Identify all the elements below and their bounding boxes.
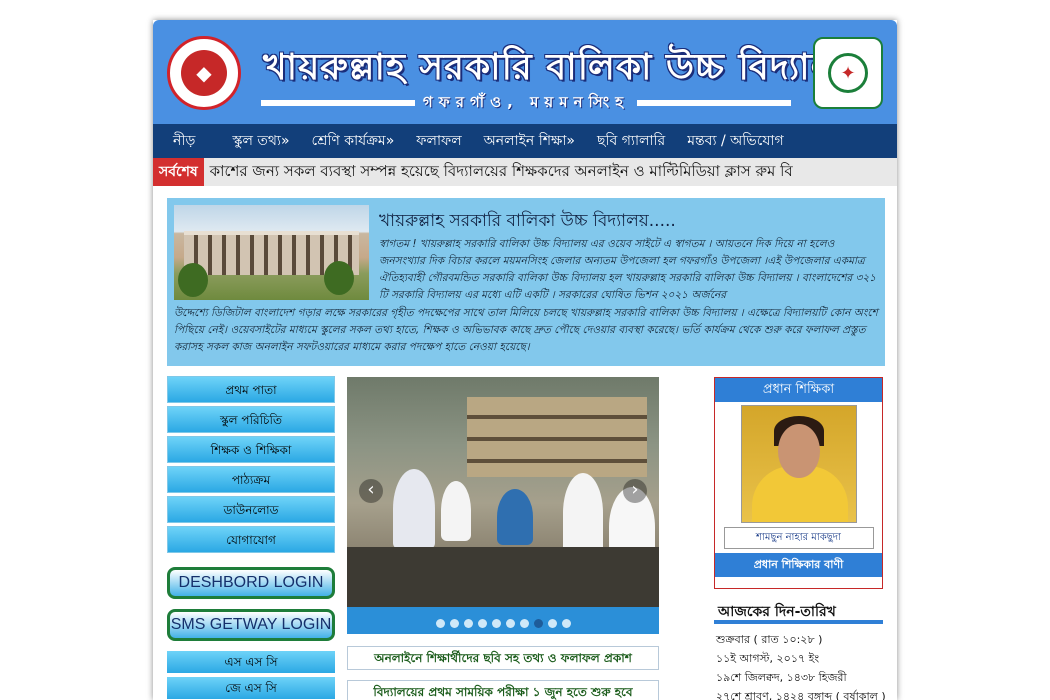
- person-shape: [497, 489, 533, 545]
- divider: [637, 100, 792, 106]
- date-line-hijri: ১৯শে জিলক্বদ, ১৪৩৮ হিজরী: [716, 671, 847, 684]
- head-teacher-title: প্রধান শিক্ষিকা: [715, 378, 882, 402]
- left-menu: প্রথম পাতা স্কুল পরিচিতি শিক্ষক ও শিক্ষি…: [167, 376, 335, 699]
- welcome-title: খায়রুল্লাহ সরকারি বালিকা উচ্চ বিদ্যালয়…: [379, 211, 676, 231]
- lab-table-shape: [347, 547, 659, 607]
- book-icon: ✦: [828, 53, 868, 93]
- divider: [261, 100, 415, 106]
- lab-class-photo: [347, 377, 659, 607]
- sms-gateway-login-button[interactable]: SMS GETWAY LOGIN: [167, 609, 335, 641]
- date-widget: আজকের দিন-তারিখ শুক্রবার ( রাত ১০:২৮ ) ১…: [714, 600, 886, 700]
- menu-item-home[interactable]: প্রথম পাতা: [167, 376, 335, 403]
- news-ticker: সর্বশেষ কাশের জন্য সকল ব্যবস্থা সম্পন্ন …: [153, 158, 897, 186]
- news-item[interactable]: বিদ্যালয়ের প্রথম সাময়িক পরীক্ষা ১ জুন …: [347, 680, 659, 700]
- news-item[interactable]: অনলাইনে শিক্ষার্থীদের ছবি সহ তথ্য ও ফলাফ…: [347, 646, 659, 670]
- nav-item-feedback[interactable]: মন্তব্য / অভিযোগ: [676, 124, 794, 158]
- ticker-text[interactable]: কাশের জন্য সকল ব্যবস্থা সম্পন্ন হয়েছে ব…: [204, 160, 793, 185]
- menu-item-school-intro[interactable]: স্কুল পরিচিতি: [167, 406, 335, 433]
- slider-dot[interactable]: [477, 619, 487, 628]
- bangladesh-map-icon: ◆: [181, 50, 227, 96]
- head-teacher-photo: [740, 405, 857, 523]
- nav-item-photo-gallery[interactable]: ছবি গ্যালারি: [586, 124, 676, 158]
- person-shape: [393, 469, 435, 549]
- slider-prev-icon[interactable]: ‹: [359, 479, 383, 503]
- welcome-text: স্বাগতম ! খায়রুল্লাহ সরকারি বালিকা উচ্চ…: [379, 238, 876, 301]
- nav-item-class-activities[interactable]: শ্রেণি কার্যক্রম»: [301, 124, 406, 158]
- school-location-text: গফরগাঁও, ময়মনসিংহ: [422, 92, 630, 111]
- slider-dot[interactable]: [561, 619, 571, 628]
- date-widget-title: আজকের দিন-তারিখ: [714, 600, 883, 624]
- welcome-text-continued: উদ্দেশ্যে ডিজিটাল বাংলাদেশ গড়ার লক্ষে স…: [174, 307, 878, 353]
- head-teacher-name: শামছুন নাহার মাকছুদা: [723, 527, 874, 549]
- menu-item-download[interactable]: ডাউনলোড: [167, 496, 335, 523]
- slider-dot[interactable]: [533, 619, 543, 628]
- face-shape: [777, 424, 820, 478]
- page-container: ◆ খায়রুল্লাহ সরকারি বালিকা উচ্চ বিদ্যাল…: [153, 20, 897, 700]
- slider-dot[interactable]: [491, 619, 501, 628]
- tree-shape: [324, 261, 354, 295]
- slider-dot[interactable]: [519, 619, 529, 628]
- ssc-link[interactable]: এস এস সি: [167, 651, 335, 673]
- date-line-weekday: শুক্রবার ( রাত ১০:২৮ ): [716, 633, 823, 646]
- head-teacher-box: প্রধান শিক্ষিকা শামছুন নাহার মাকছুদা প্র…: [714, 377, 883, 589]
- slider-dot[interactable]: [547, 619, 557, 628]
- nav-item-home[interactable]: নীড়: [153, 124, 221, 158]
- nav-item-school-info[interactable]: স্কুল তথ্য»: [221, 124, 300, 158]
- slider-dots: [347, 613, 659, 632]
- date-line-english: ১১ই আগস্ট, ২০১৭ ইং: [716, 652, 820, 665]
- head-teacher-message-link[interactable]: প্রধান শিক্ষিকার বাণী: [715, 553, 882, 577]
- school-location: গফরগাঁও, ময়মনসিংহ: [261, 93, 792, 112]
- image-slider: ‹ ›: [347, 377, 659, 634]
- shelf-shape: [467, 397, 647, 477]
- school-building-photo: [174, 205, 369, 300]
- slider-dot[interactable]: [463, 619, 473, 628]
- menu-item-syllabus[interactable]: পাঠ্যক্রম: [167, 466, 335, 493]
- slider-next-icon[interactable]: ›: [623, 479, 647, 503]
- tree-shape: [178, 263, 208, 297]
- government-seal-logo: ◆: [167, 36, 241, 110]
- date-line-bangla: ২৭শে শ্রাবণ, ১৪২৪ বঙ্গাব্দ ( বর্ষাকাল ): [716, 690, 886, 700]
- person-shape: [563, 473, 603, 553]
- header-banner: ◆ খায়রুল্লাহ সরকারি বালিকা উচ্চ বিদ্যাল…: [153, 20, 897, 124]
- slider-dot[interactable]: [435, 619, 445, 628]
- menu-item-teachers[interactable]: শিক্ষক ও শিক্ষিকা: [167, 436, 335, 463]
- slider-dot[interactable]: [449, 619, 459, 628]
- ticker-label: সর্বশেষ: [153, 158, 204, 186]
- nav-item-online-education[interactable]: অনলাইন শিক্ষা»: [473, 124, 586, 158]
- jsc-link[interactable]: জে এস সি: [167, 677, 335, 699]
- main-navbar: নীড় স্কুল তথ্য» শ্রেণি কার্যক্রম» ফলাফল…: [153, 124, 897, 158]
- menu-item-contact[interactable]: যোগাযোগ: [167, 526, 335, 553]
- nav-item-results[interactable]: ফলাফল: [405, 124, 472, 158]
- school-logo: ✦: [813, 37, 883, 109]
- person-shape: [441, 481, 471, 541]
- slider-dot[interactable]: [505, 619, 515, 628]
- dashboard-login-button[interactable]: DESHBORD LOGIN: [167, 567, 335, 599]
- welcome-section: খায়রুল্লাহ সরকারি বালিকা উচ্চ বিদ্যালয়…: [167, 198, 885, 366]
